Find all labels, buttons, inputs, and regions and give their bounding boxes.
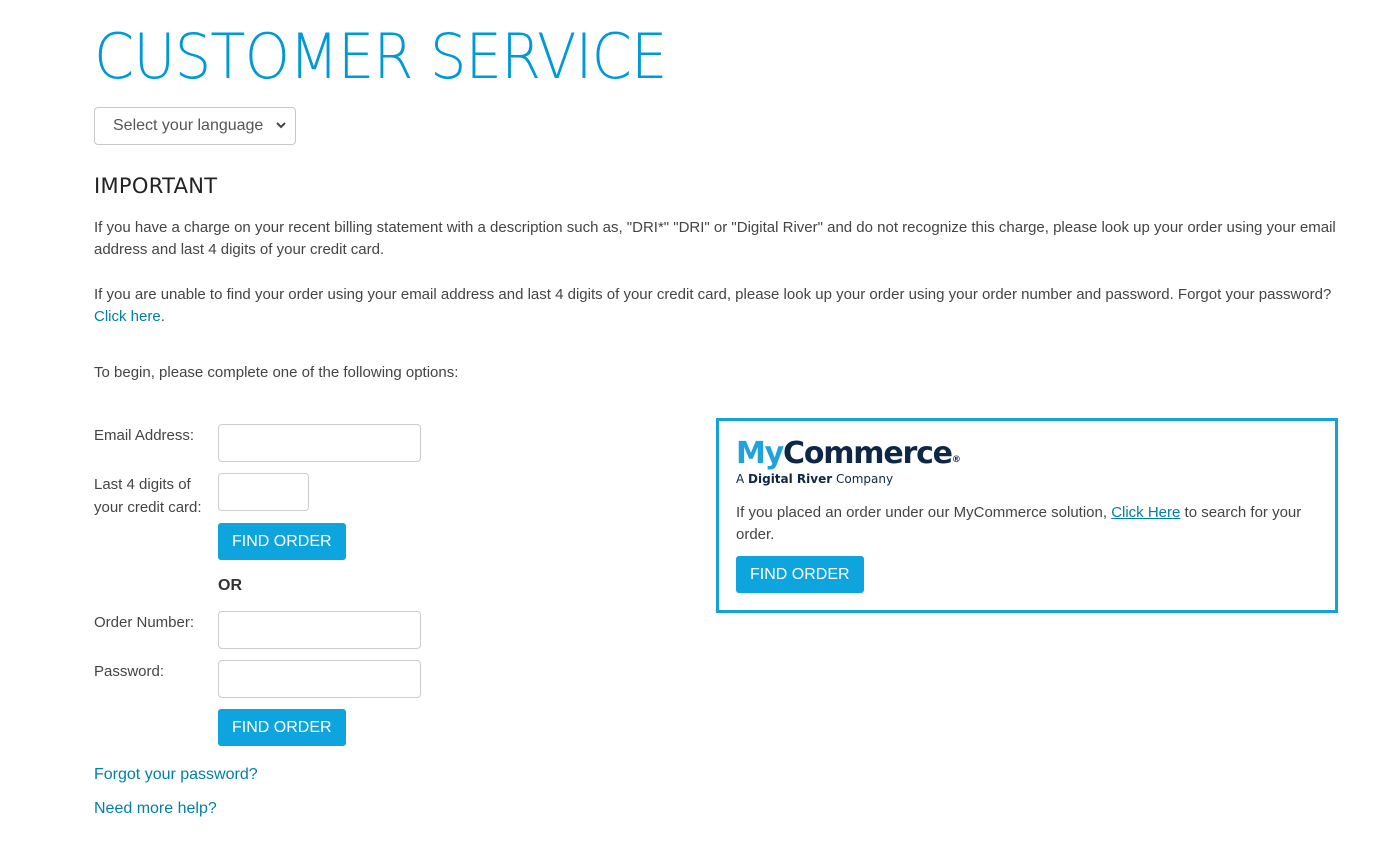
find-order-email-button[interactable]: FIND ORDER xyxy=(218,523,346,560)
mycommerce-text-before: If you placed an order under our MyComme… xyxy=(736,504,1112,521)
page-title: CUSTOMER SERVICE xyxy=(94,20,667,93)
mycommerce-panel: MyCommerce® A Digital River Company If y… xyxy=(716,418,1338,613)
password-input[interactable] xyxy=(218,660,421,698)
email-input[interactable] xyxy=(218,424,421,462)
need-help-link[interactable]: Need more help? xyxy=(94,800,217,818)
lookup-notice-end: . xyxy=(160,308,165,325)
chevron-down-icon xyxy=(276,122,286,129)
language-select[interactable]: Select your language xyxy=(94,107,296,145)
mycommerce-logo: MyCommerce® A Digital River Company xyxy=(736,436,961,487)
card-digits-input[interactable] xyxy=(218,473,309,511)
card-digits-label: Last 4 digits of your credit card: xyxy=(94,473,202,519)
find-order-number-button[interactable]: FIND ORDER xyxy=(218,709,346,746)
mycommerce-brand: MyCommerce® xyxy=(736,436,961,471)
tagline-bold: Digital River xyxy=(748,472,833,486)
mycommerce-tagline: A Digital River Company xyxy=(736,471,960,487)
card-digits-label-line1: Last 4 digits of xyxy=(94,476,191,493)
card-digits-label-line2: your credit card: xyxy=(94,499,202,516)
billing-notice: If you have a charge on your recent bill… xyxy=(94,219,1336,258)
lookup-notice-text: If you are unable to find your order usi… xyxy=(94,286,1332,303)
click-here-link[interactable]: Click here xyxy=(94,308,161,325)
order-number-input[interactable] xyxy=(218,611,421,649)
forgot-password-link[interactable]: Forgot your password? xyxy=(94,766,258,784)
mycommerce-click-here-link[interactable]: Click Here xyxy=(1111,504,1180,521)
tagline-pre: A xyxy=(736,472,749,486)
important-heading: IMPORTANT xyxy=(94,174,218,198)
email-label: Email Address: xyxy=(94,427,195,444)
brand-commerce: Commerce xyxy=(783,436,953,471)
tagline-post: Company xyxy=(832,472,894,486)
or-separator: OR xyxy=(218,577,242,594)
instructions-text: To begin, please complete one of the fol… xyxy=(94,364,459,381)
registered-mark: ® xyxy=(951,455,961,465)
lookup-notice: If you are unable to find your order usi… xyxy=(94,284,1344,328)
order-number-label: Order Number: xyxy=(94,614,195,631)
language-select-value: Select your language xyxy=(113,117,264,134)
mycommerce-description: If you placed an order under our MyComme… xyxy=(736,502,1326,546)
brand-my: My xyxy=(736,436,784,471)
password-label: Password: xyxy=(94,663,165,680)
mycommerce-find-order-button[interactable]: FIND ORDER xyxy=(736,556,864,593)
